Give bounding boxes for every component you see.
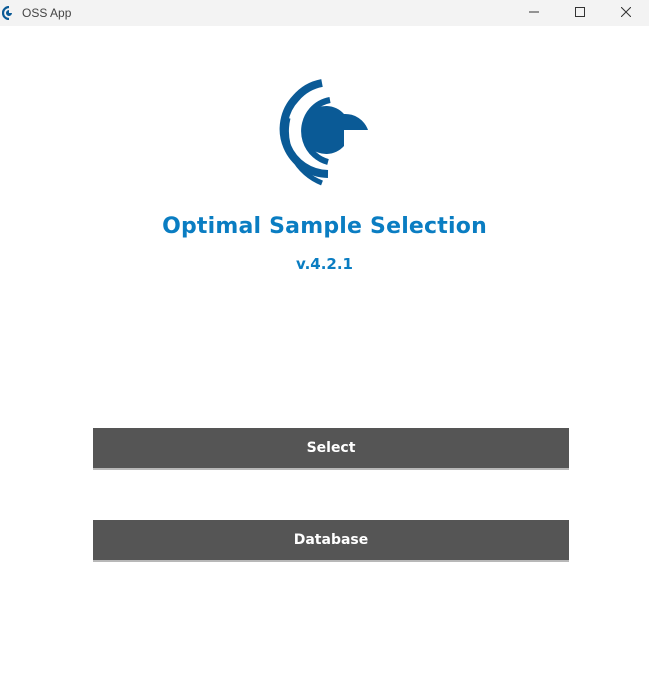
maximize-icon xyxy=(575,4,585,22)
title-bar[interactable]: OSS App xyxy=(0,0,649,26)
app-logo-icon xyxy=(2,6,16,20)
window-title: OSS App xyxy=(22,6,72,20)
close-button[interactable] xyxy=(603,0,649,26)
select-button[interactable]: Select xyxy=(93,428,569,470)
app-window: OSS App Optimal Sample Selection v.4.2.1… xyxy=(0,0,649,686)
app-title: Optimal Sample Selection xyxy=(162,214,487,239)
minimize-icon xyxy=(529,4,539,22)
window-controls xyxy=(511,0,649,26)
database-button[interactable]: Database xyxy=(93,520,569,562)
maximize-button[interactable] xyxy=(557,0,603,26)
close-icon xyxy=(620,4,632,22)
minimize-button[interactable] xyxy=(511,0,557,26)
oss-logo-icon xyxy=(272,70,376,186)
app-version: v.4.2.1 xyxy=(296,255,353,273)
